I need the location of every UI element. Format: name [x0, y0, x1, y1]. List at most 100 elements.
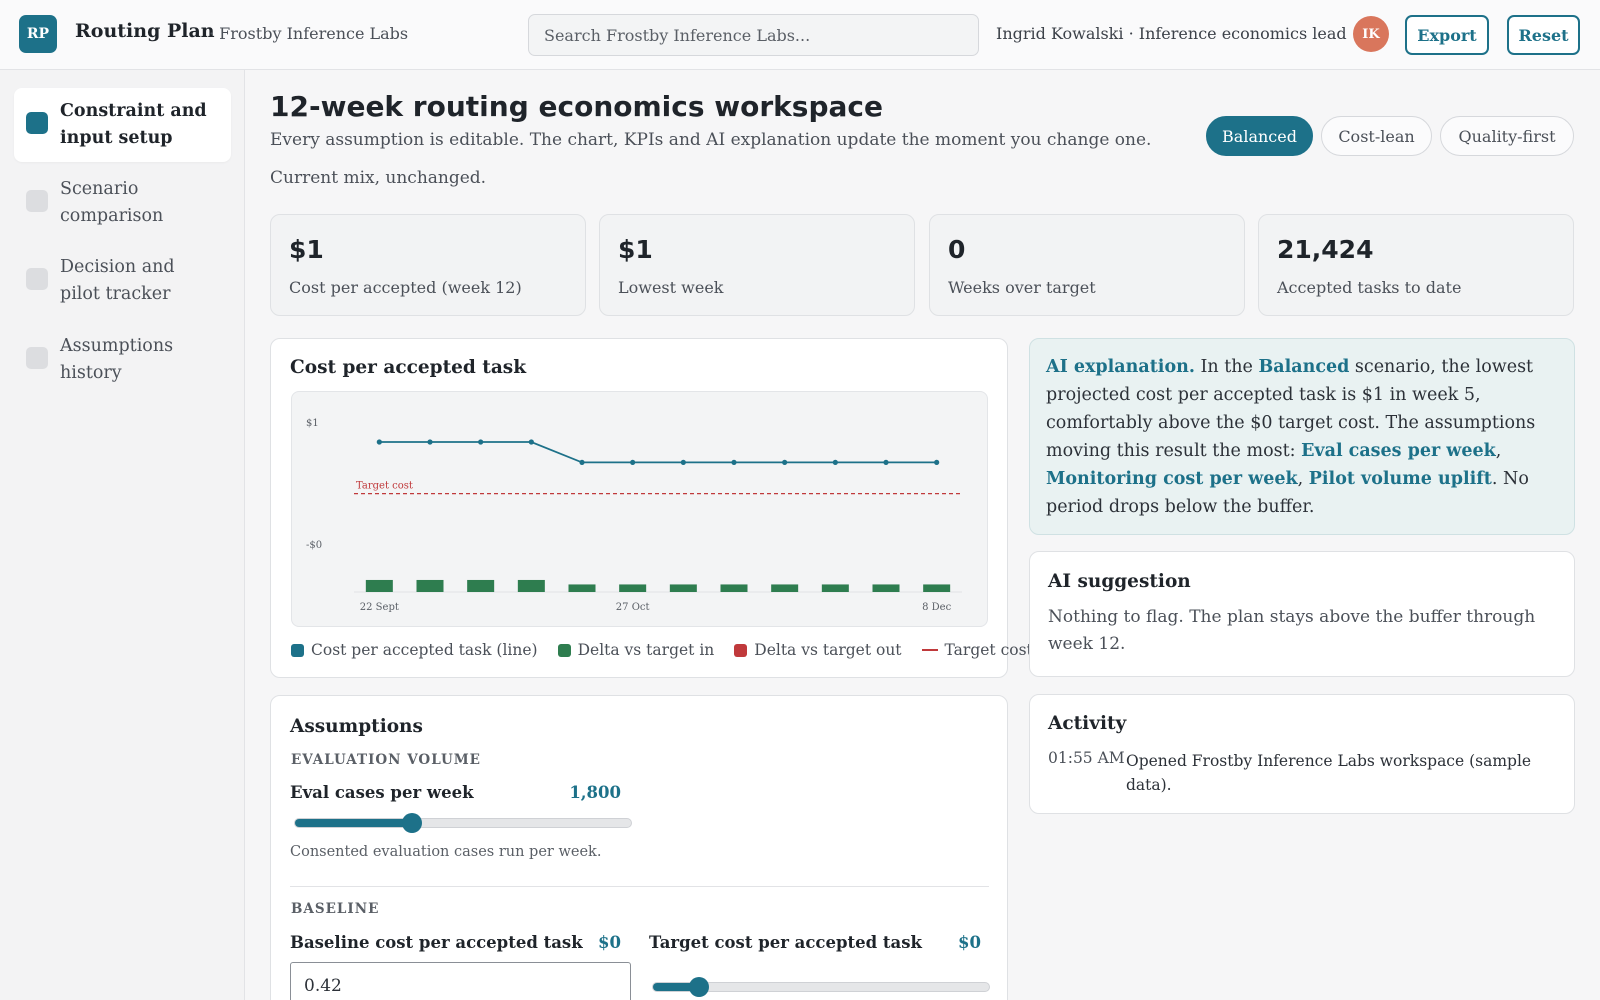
kpi-label: Cost per accepted (week 12): [289, 278, 522, 297]
bar-delta-in: [517, 579, 545, 592]
series-point-cost: [630, 459, 636, 465]
ai-explanation-scenario: Balanced: [1258, 357, 1350, 377]
kpi-value: $1: [289, 235, 324, 264]
target-cost-label: Target cost per accepted task: [649, 933, 922, 952]
section-label-eval-volume: EVALUATION VOLUME: [291, 752, 481, 768]
org-name: · Frostby Inference Labs: [209, 24, 409, 43]
eval-cases-help: Consented evaluation cases run per week.: [290, 844, 602, 860]
ai-suggestion-text: Nothing to flag. The plan stays above th…: [1048, 607, 1536, 654]
legend-swatch: [557, 643, 571, 657]
series-point-cost: [883, 459, 889, 465]
ai-explanation-text: In the: [1194, 357, 1259, 377]
baseline-cost-input[interactable]: [290, 962, 631, 1000]
bar-delta-in: [467, 579, 495, 592]
scenario-balanced-button[interactable]: Balanced: [1206, 116, 1313, 156]
legend-label: Delta vs target out: [754, 641, 902, 659]
divider: [290, 886, 989, 887]
top-bar: RP Routing Plan · Frostby Inference Labs…: [0, 0, 1600, 70]
sidebar-item-label: Decision and pilot tracker: [60, 257, 175, 304]
legend-item-delta-in: Delta vs target in: [557, 641, 715, 659]
legend-label: Target cost: [944, 641, 1033, 659]
target-cost-label: Target cost: [356, 481, 413, 492]
eval-cases-value: 1,800: [569, 783, 621, 802]
series-point-cost: [579, 459, 585, 465]
scenario-quality-first-button[interactable]: Quality-first: [1440, 116, 1574, 156]
series-point-cost: [427, 439, 433, 445]
driver-pilot-uplift: Pilot volume uplift: [1308, 469, 1492, 489]
bar-delta-in: [821, 584, 849, 592]
ai-explanation-card: AI explanation. In the Balanced scenario…: [1029, 338, 1575, 535]
x-tick-label: 8 Dec: [922, 602, 951, 613]
bar-delta-in: [669, 584, 697, 592]
slider-thumb[interactable]: [689, 977, 710, 997]
page-subtitle: Every assumption is editable. The chart,…: [270, 130, 1152, 150]
section-label-baseline: BASELINE: [291, 901, 380, 917]
legend-swatch: [291, 643, 304, 657]
legend-item-delta-out: Delta vs target out: [734, 641, 902, 659]
series-point-cost: [832, 459, 838, 465]
app-logo[interactable]: RP: [19, 15, 57, 53]
series-point-cost: [478, 439, 484, 445]
baseline-cost-label: Baseline cost per accepted task: [290, 933, 583, 952]
search-input[interactable]: [528, 14, 979, 56]
nav-indicator: [26, 112, 48, 134]
slider-track[interactable]: [294, 818, 632, 828]
legend-label: Cost per accepted task (line): [311, 641, 538, 659]
legend-swatch: [734, 643, 748, 657]
kpi-value: 21,424: [1277, 235, 1374, 264]
driver-monitoring-cost: Monitoring cost per week: [1046, 469, 1298, 489]
y-tick-label: -$0: [306, 540, 322, 551]
ai-suggestion-card: AI suggestion Nothing to flag. The plan …: [1029, 551, 1575, 677]
activity-text: Opened Frostby Inference Labs workspace …: [1126, 752, 1532, 794]
ai-explanation-lead: AI explanation.: [1046, 357, 1195, 377]
bar-delta-in: [416, 579, 444, 592]
legend-item-cost-line: Cost per accepted task (line): [291, 641, 538, 659]
target-cost-value: $0: [958, 933, 981, 952]
sidebar-item-assumptions-history[interactable]: Assumptions history: [14, 323, 231, 397]
sidebar-item-label: Assumptions history: [60, 336, 174, 383]
sidebar: Constraint and input setup Scenario comp…: [0, 70, 245, 1000]
nav-indicator: [26, 347, 48, 369]
bar-delta-in: [923, 584, 951, 592]
scenario-cost-lean-button[interactable]: Cost-lean: [1321, 116, 1432, 156]
kpi-card-accepted-tasks: 21,424 Accepted tasks to date: [1258, 214, 1574, 316]
legend-swatch: [921, 649, 938, 651]
sidebar-item-decision-tracker[interactable]: Decision and pilot tracker: [14, 244, 231, 318]
chart-area: Target cost $1 -$0 22 Sept 27 Oct 8 Dec: [291, 391, 988, 627]
x-tick-label: 27 Oct: [616, 602, 650, 613]
assumptions-title: Assumptions: [290, 716, 423, 737]
avatar[interactable]: IK: [1353, 16, 1389, 52]
bar-delta-in: [720, 584, 748, 592]
chart-card: Cost per accepted task Target cost $1 -$0 2…: [270, 338, 1033, 678]
export-button[interactable]: Export: [1405, 15, 1489, 55]
bar-delta-in: [619, 584, 647, 592]
activity-card: Activity 01:55 AM Opened Frostby Inferen…: [1029, 694, 1575, 814]
series-point-cost: [528, 439, 534, 445]
series-point-cost: [782, 459, 788, 465]
nav-indicator: [26, 190, 48, 212]
sidebar-item-scenario-comparison[interactable]: Scenario comparison: [14, 166, 231, 240]
kpi-label: Accepted tasks to date: [1277, 278, 1462, 297]
sidebar-item-constraint-setup[interactable]: Constraint and input setup: [14, 88, 231, 162]
chart-legend: Cost per accepted task (line) Delta vs t…: [291, 641, 1033, 659]
bar-delta-in: [771, 584, 799, 592]
series-line-cost: [379, 441, 937, 464]
app-title: Routing Plan: [75, 20, 215, 42]
slider-thumb[interactable]: [402, 813, 423, 833]
activity-time: 01:55 AM: [1048, 749, 1125, 767]
driver-eval-cases: Eval cases per week: [1301, 441, 1496, 461]
series-point-cost: [731, 459, 737, 465]
slider-fill: [295, 819, 413, 827]
page-title: 12-week routing economics workspace: [270, 90, 883, 123]
kpi-label: Weeks over target: [948, 278, 1096, 297]
kpi-value: $1: [618, 235, 653, 264]
ai-explanation-separator: ,: [1297, 469, 1309, 489]
cost-chart: Target cost $1 -$0 22 Sept 27 Oct 8 Dec: [306, 418, 962, 613]
legend-label: Delta vs target in: [577, 641, 715, 659]
assumptions-card: Assumptions EVALUATION VOLUME Eval cases…: [270, 695, 1008, 1000]
kpi-value: 0: [948, 235, 966, 264]
sidebar-item-label: Scenario comparison: [60, 179, 164, 226]
bar-delta-in: [568, 584, 596, 592]
reset-button[interactable]: Reset: [1507, 15, 1580, 55]
chart-card-title: Cost per accepted task: [290, 357, 527, 378]
